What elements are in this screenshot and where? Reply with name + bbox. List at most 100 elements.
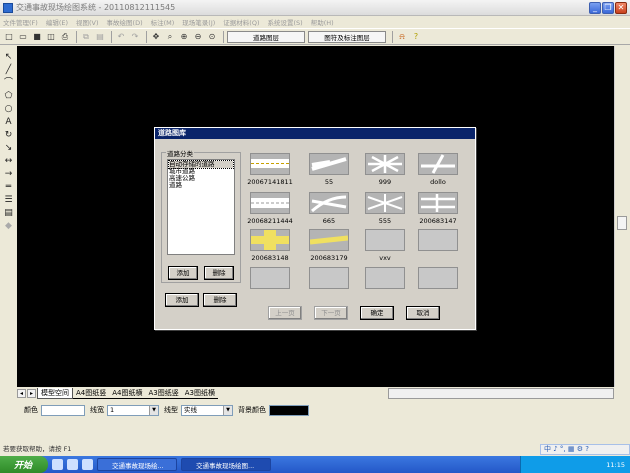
road-tile[interactable] xyxy=(250,192,290,214)
add-category-button[interactable]: 添加 xyxy=(168,266,198,280)
color-swatch[interactable] xyxy=(41,404,85,416)
menu-mark[interactable]: 标注(M) xyxy=(151,17,175,27)
menu-view[interactable]: 视图(V) xyxy=(76,17,99,27)
pan-icon[interactable]: ✥ xyxy=(150,31,162,43)
vertical-scrollbar[interactable] xyxy=(614,46,628,387)
road-tile[interactable] xyxy=(309,153,349,175)
horizontal-scrollbar[interactable] xyxy=(388,388,614,399)
menu-help[interactable]: 帮助(H) xyxy=(311,17,334,27)
circle-icon[interactable]: ○ xyxy=(3,104,14,115)
delete-road-button[interactable]: 删除 xyxy=(203,293,237,307)
road-tile[interactable] xyxy=(365,229,405,251)
menu-record[interactable]: 现场笔录(J) xyxy=(182,17,215,27)
ime-icon[interactable]: 中 ♪ °, ▦ ⚙ ? xyxy=(544,445,589,453)
cancel-button[interactable]: 取消 xyxy=(406,306,440,320)
new-file-icon[interactable]: □ xyxy=(3,31,15,43)
restore-button[interactable]: ❐ xyxy=(602,2,614,14)
preview-icon[interactable]: ◫ xyxy=(45,31,57,43)
save-icon[interactable]: ■ xyxy=(31,31,43,43)
dialog-title: 道路图库 xyxy=(155,128,475,139)
group-label: 道路分类 xyxy=(166,148,194,158)
width-select[interactable]: 1 ▼ xyxy=(107,404,159,416)
road-tile[interactable] xyxy=(418,192,458,214)
start-button[interactable]: 开始 xyxy=(0,456,48,473)
style-select[interactable]: 实线 ▼ xyxy=(181,404,233,416)
tab-a4-landscape[interactable]: A4图纸横 xyxy=(109,388,146,399)
color-label: 颜色 xyxy=(24,406,38,414)
language-bar[interactable]: 中 ♪ °, ▦ ⚙ ? xyxy=(540,444,630,455)
menu-settings[interactable]: 系统设置(S) xyxy=(268,17,303,27)
menu-draw[interactable]: 事故绘图(D) xyxy=(107,17,143,27)
menu-edit[interactable]: 编辑(E) xyxy=(46,17,68,27)
help-icon[interactable]: ? xyxy=(410,31,422,43)
tab-next-icon[interactable]: ▸ xyxy=(27,389,36,398)
select-icon[interactable]: ↖ xyxy=(3,52,14,63)
print-icon[interactable]: ⎙ xyxy=(59,31,71,43)
prev-page-button[interactable]: 上一页 xyxy=(268,306,302,320)
paste-icon[interactable]: ▤ xyxy=(94,31,106,43)
list-item[interactable]: 道路 xyxy=(169,182,233,189)
tab-a3-landscape[interactable]: A3图纸横 xyxy=(181,388,218,399)
arrow-icon[interactable]: → xyxy=(3,169,14,180)
tile-caption: vxv xyxy=(379,254,391,262)
delete-category-button[interactable]: 删除 xyxy=(204,266,234,280)
copy-icon[interactable]: ⧉ xyxy=(80,31,92,43)
fill-icon[interactable]: ◆ xyxy=(3,221,14,232)
category-list[interactable]: 自动存储的道路 城市道路 高速公路 道路 xyxy=(167,159,235,255)
symbol-layer-button[interactable]: 图符及标注图层 xyxy=(308,30,386,43)
road-tile[interactable] xyxy=(250,267,290,289)
quicklaunch-desktop-icon[interactable] xyxy=(67,459,78,470)
polygon-icon[interactable]: ⬠ xyxy=(3,91,14,102)
next-page-button[interactable]: 下一页 xyxy=(314,306,348,320)
tile-caption: 555 xyxy=(378,217,392,225)
road-tile[interactable] xyxy=(309,267,349,289)
tab-a3-portrait[interactable]: A3图纸竖 xyxy=(145,388,182,399)
zoom-in-icon[interactable]: ⊕ xyxy=(178,31,190,43)
menu-evidence[interactable]: 证据材料(Q) xyxy=(223,17,259,27)
dimension-icon[interactable]: ↘ xyxy=(3,143,14,154)
measure-icon[interactable]: ↔ xyxy=(3,156,14,167)
zoom-window-icon[interactable]: ⊙ xyxy=(206,31,218,43)
tile-caption: 20067141811 xyxy=(247,178,293,186)
road-tile[interactable] xyxy=(365,192,405,214)
zoom-out-icon[interactable]: ⊖ xyxy=(192,31,204,43)
double-line-icon[interactable]: ═ xyxy=(3,182,14,193)
road-tile[interactable] xyxy=(418,267,458,289)
rotate-icon[interactable]: ↻ xyxy=(3,130,14,141)
open-folder-icon[interactable]: ▭ xyxy=(17,31,29,43)
road-tile[interactable] xyxy=(250,229,290,251)
lane-icon[interactable]: ☰ xyxy=(3,195,14,206)
menu-file[interactable]: 文件管理(F) xyxy=(3,17,38,27)
minimize-button[interactable]: _ xyxy=(589,2,601,14)
close-button[interactable]: ✕ xyxy=(615,2,627,14)
road-tile[interactable] xyxy=(365,267,405,289)
ok-button[interactable]: 确定 xyxy=(360,306,394,320)
add-road-button[interactable]: 添加 xyxy=(165,293,199,307)
text-icon[interactable]: A xyxy=(3,117,14,128)
bg-color-swatch[interactable] xyxy=(269,404,309,416)
tab-model-space[interactable]: 模型空间 xyxy=(37,388,73,399)
tile-caption: 200683179 xyxy=(310,254,348,262)
tab-prev-icon[interactable]: ◂ xyxy=(17,389,26,398)
undo-icon[interactable]: ↶ xyxy=(115,31,127,43)
road-tile[interactable] xyxy=(309,192,349,214)
redo-icon[interactable]: ↷ xyxy=(129,31,141,43)
toolbar: □ ▭ ■ ◫ ⎙ ⧉ ▤ ↶ ↷ ✥ ⌕ ⊕ ⊖ ⊙ 道路图层 图符及标注图层… xyxy=(0,28,630,45)
app-window: 交通事故现场绘图系统 - 20110812111545 _ ❐ ✕ 文件管理(F… xyxy=(0,0,630,473)
tab-a4-portrait[interactable]: A4图纸竖 xyxy=(73,388,110,399)
road-tile[interactable] xyxy=(418,229,458,251)
task-app-2[interactable]: 交通事故现场绘图... xyxy=(181,458,271,471)
road-tile[interactable] xyxy=(365,153,405,175)
quicklaunch-ie-icon[interactable] xyxy=(52,459,63,470)
road-tile[interactable] xyxy=(309,229,349,251)
zoom-icon[interactable]: ⌕ xyxy=(164,31,176,43)
quicklaunch-media-icon[interactable] xyxy=(82,459,93,470)
line-icon[interactable]: ╱ xyxy=(3,65,14,76)
bell-icon[interactable]: ⍾ xyxy=(396,31,408,43)
road-tile[interactable] xyxy=(418,153,458,175)
road-layer-button[interactable]: 道路图层 xyxy=(227,30,305,43)
task-app-1[interactable]: 交通事故现场绘... xyxy=(97,458,177,471)
road-tile[interactable] xyxy=(250,153,290,175)
arc-icon[interactable]: ⌒ xyxy=(3,78,14,89)
layers-icon[interactable]: ▤ xyxy=(3,208,14,219)
